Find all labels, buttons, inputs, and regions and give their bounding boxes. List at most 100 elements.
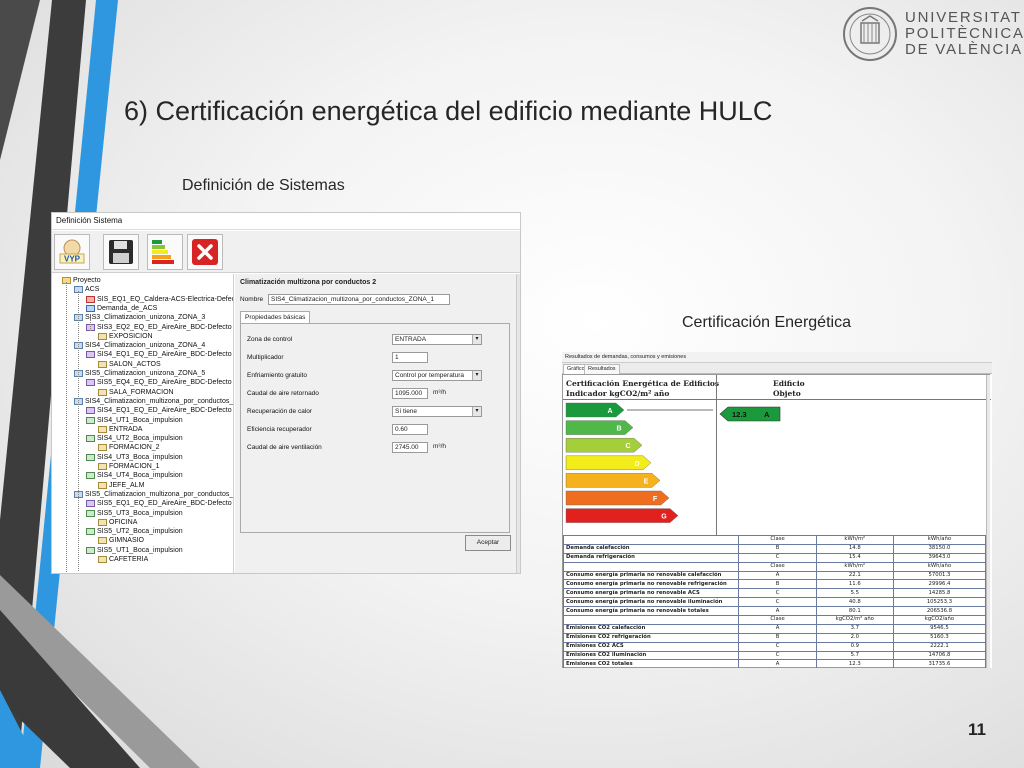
tree-item[interactable]: SIS4_UT4_Boca_impulsion — [86, 471, 183, 480]
value-cell: 38150.0 — [892, 543, 987, 554]
value-cell: 39643.0 — [892, 552, 987, 563]
certificate-panel: Certificación Energética de Edificios In… — [562, 374, 991, 668]
slide-number: 11 — [968, 720, 986, 739]
tree-item[interactable]: SALA_FORMACION — [98, 388, 174, 397]
field-value: 2745.00 — [395, 444, 419, 451]
tree-item-label: SIS5_Climatizacion_unizona_ZONA_5 — [85, 370, 206, 377]
field-input[interactable]: 2745.00 — [392, 442, 428, 453]
energy-class-letter: F — [653, 496, 658, 503]
tree-item[interactable]: FORMACION_1 — [98, 462, 160, 471]
chevron-down-icon[interactable]: ▾ — [472, 335, 481, 344]
energy-class-letter: A — [607, 408, 612, 415]
value-cell: 5.7 — [815, 650, 894, 661]
results-scrollbar[interactable] — [986, 375, 990, 668]
chevron-down-icon[interactable]: ▾ — [472, 407, 481, 416]
field-dropdown[interactable]: ENTRADA ▾ — [392, 334, 482, 345]
tree-item-label: FORMACION_1 — [109, 463, 160, 470]
tree-item[interactable]: SIS3_Climatizacion_unizona_ZONA_3 — [74, 313, 205, 322]
value-cell: 0.9 — [815, 641, 894, 652]
field-label: Zona de control — [247, 336, 293, 343]
tree-item[interactable]: SIS4_Climatizacion_unizona_ZONA_4 — [74, 341, 205, 350]
tree-item[interactable]: SIS5_EQ1_EQ_ED_AireAire_BDC-Defecto — [86, 499, 232, 508]
row-label-cell: Emisiones CO2 ACS — [562, 641, 740, 652]
field-value: Sí tiene — [395, 408, 418, 415]
certificate-header-left: Certificación Energética de Edificios In… — [566, 379, 720, 398]
tree-item-label: SIS5_UT1_Boca_impulsion — [97, 546, 183, 554]
tree-item[interactable]: SIS5_Climatizacion_unizona_ZONA_5 — [74, 369, 205, 378]
rating-value: 12.3 — [732, 410, 747, 419]
field-input[interactable]: 1 — [392, 352, 428, 363]
tree-item[interactable]: SIS5_UT1_Boca_impulsion — [86, 546, 183, 555]
field-label: Multiplicador — [247, 354, 284, 361]
results-window-title: Resultados de demandas, consumos y emisi… — [562, 352, 992, 363]
certificate-header-right: Edificio Objeto — [773, 379, 805, 398]
tree-item-label: SIS5_UT2_Boca_impulsion — [97, 528, 183, 536]
tree-item[interactable]: JEFE_ALM — [98, 481, 144, 490]
value-cell: C — [738, 552, 817, 563]
row-label-cell: Consumo energía primaria no renovable il… — [562, 597, 740, 608]
tree-item-label: SIS5_UT3_Boca_impulsion — [97, 509, 183, 517]
close-button[interactable] — [187, 234, 223, 270]
vertical-scrollbar[interactable] — [516, 274, 520, 573]
field-label: Eficiencia recuperador — [247, 426, 312, 433]
tab-resultados[interactable]: Resultados — [584, 364, 620, 374]
window-title: Definición Sistema — [52, 213, 520, 230]
chevron-down-icon[interactable]: ▾ — [472, 371, 481, 380]
tree-item[interactable]: SIS4_UT2_Boca_impulsion — [86, 434, 183, 443]
tree-item[interactable]: SIS4_UT3_Boca_impulsion — [86, 453, 183, 462]
table-header-row: Clase kWh/m² kWh/año — [562, 561, 987, 572]
save-button[interactable] — [103, 234, 139, 270]
aceptar-button[interactable]: Aceptar — [465, 535, 511, 551]
tree-item[interactable]: SIS5_UT3_Boca_impulsion — [86, 509, 183, 518]
tree-item-label: SIS4_EQ1_EQ_ED_AireAire_BDC-Defecto — [97, 351, 232, 359]
row-label-cell: Emisiones CO2 calefacción — [562, 623, 740, 634]
value-cell: A — [738, 623, 817, 634]
tree-item[interactable]: SIS4_EQ1_EQ_ED_AireAire_BDC-Defecto — [86, 350, 232, 359]
tree-item[interactable]: Proyecto — [62, 276, 101, 285]
tree-node-icon — [98, 425, 107, 433]
tree-item[interactable]: CAFETERIA — [98, 555, 148, 564]
tree-item[interactable]: GIMNASIO — [98, 536, 144, 545]
field-input[interactable]: 0.60 — [392, 424, 428, 435]
field-dropdown[interactable]: Sí tiene ▾ — [392, 406, 482, 417]
table-row: Emisiones CO2 ACS C 0.9 2222.1 — [562, 641, 987, 652]
certificacion-window: Resultados de demandas, consumos y emisi… — [562, 352, 992, 668]
value-cell: B — [738, 579, 817, 590]
vyp-button[interactable]: VYP — [54, 234, 90, 270]
field-value: 1095.000 — [395, 390, 423, 397]
tree-connector — [66, 282, 67, 572]
table-header-row: Clase kgCO2/m² año kgCO2/año — [562, 615, 987, 625]
tree-item[interactable]: Demanda_de_ACS — [86, 304, 157, 313]
table-header-cell — [562, 561, 740, 572]
field-label: Enfriamiento gratuito — [247, 372, 307, 379]
tree-item[interactable]: SALON_ACTOS — [98, 360, 161, 369]
tree-item-label: GIMNASIO — [109, 537, 145, 545]
tree-item[interactable]: SIS5_Climatizacion_multizona_por_conduct… — [74, 490, 233, 499]
field-dropdown[interactable]: Control por temperatura ▾ — [392, 370, 482, 381]
tree-item[interactable]: SIS4_Climatizacion_multizona_por_conduct… — [74, 397, 233, 406]
tree-node-icon — [86, 500, 95, 508]
tree-item[interactable]: EXPOSICION — [98, 332, 153, 341]
tree-item[interactable]: OFICINA — [98, 518, 137, 527]
table-row: Demanda calefacción B 14.8 38150.0 — [562, 543, 987, 554]
tree-node-icon — [86, 295, 95, 303]
tree-item[interactable]: SIS3_EQ2_EQ_ED_AireAire_BDC-Defecto — [86, 323, 232, 332]
field-unit: m³/h — [433, 443, 446, 450]
field-input[interactable]: 1095.000 — [392, 388, 428, 399]
tree-item[interactable]: FORMACION_2 — [98, 443, 160, 452]
nombre-input[interactable]: SIS4_Climatizacion_multizona_por_conduct… — [268, 294, 450, 305]
tree-connector — [78, 291, 79, 571]
tree-item[interactable]: SIS4_UT1_Boca_impulsion — [86, 416, 183, 425]
value-cell: 206536.8 — [892, 606, 987, 617]
tree-item[interactable]: SIS5_EQ4_EQ_ED_AireAire_BDC-Defecto — [86, 378, 232, 387]
close-icon — [192, 239, 218, 265]
tree-item-label: Proyecto — [73, 277, 101, 284]
energy-rating-button[interactable] — [147, 234, 183, 270]
tree-item[interactable]: SIS4_EQ1_EQ_ED_AireAire_BDC-Defecto — [86, 406, 232, 415]
tree-item[interactable]: SIS_EQ1_EQ_Caldera-ACS-Electrica-Defecto — [86, 295, 233, 304]
tree-node-icon — [86, 453, 95, 461]
tree-item-label: SIS4_UT1_Boca_impulsion — [97, 416, 183, 424]
tree-item[interactable]: ENTRADA — [98, 425, 142, 434]
tree-item-label: SIS4_UT2_Boca_impulsion — [97, 435, 183, 443]
tree-item[interactable]: SIS5_UT2_Boca_impulsion — [86, 527, 183, 536]
